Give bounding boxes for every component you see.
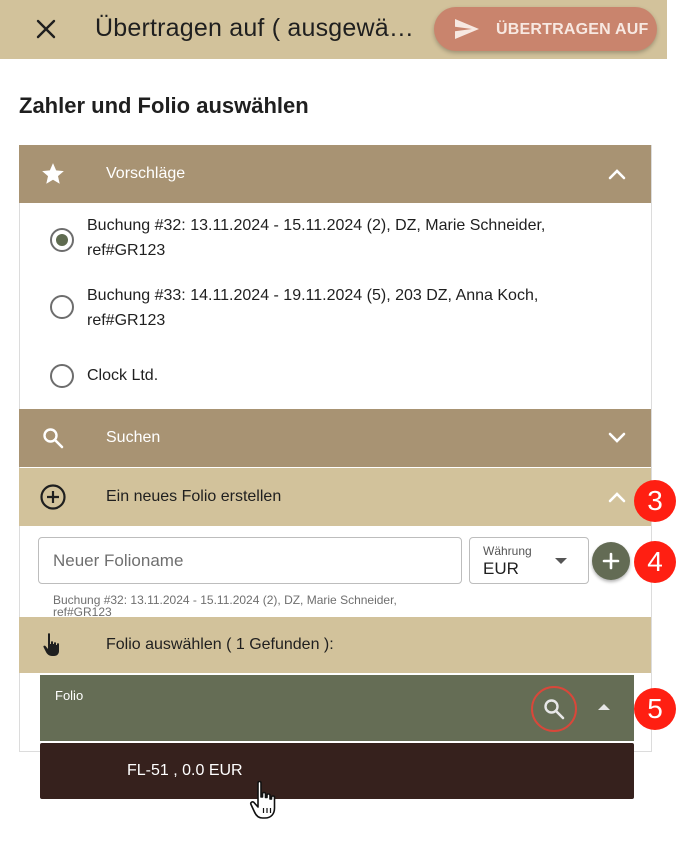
- section-suggestions-header[interactable]: Vorschläge: [19, 145, 651, 203]
- radio-selected[interactable]: [50, 228, 74, 252]
- currency-value: EUR: [483, 559, 519, 578]
- chevron-down-icon[interactable]: [605, 426, 629, 450]
- section-search-label: Suchen: [106, 429, 161, 446]
- suggestion-label: Clock Ltd.: [87, 367, 159, 384]
- search-icon: [544, 699, 565, 720]
- caret-down-icon: [555, 558, 567, 564]
- add-folio-button[interactable]: [592, 542, 630, 580]
- folio-select[interactable]: Folio: [40, 675, 634, 741]
- step-badge: 5: [634, 688, 676, 730]
- folio-name-input[interactable]: Neuer Folioname: [38, 537, 462, 584]
- section-search-header[interactable]: Suchen: [19, 409, 651, 467]
- chevron-up-icon[interactable]: [605, 485, 629, 509]
- transfer-button[interactable]: ÜBERTRAGEN AUF: [434, 7, 657, 51]
- folio-select-label: Folio: [55, 688, 84, 703]
- suggestion-label: Buchung #32: 13.11.2024 - 15.11.2024 (2)…: [87, 217, 546, 259]
- radio-unselected[interactable]: [50, 295, 74, 319]
- section-select-folio-label: Folio auswählen ( 1 Gefunden ):: [106, 636, 334, 653]
- radio-unselected[interactable]: [50, 364, 74, 388]
- folio-search-button[interactable]: [531, 686, 577, 732]
- chevron-up-icon[interactable]: [605, 162, 629, 186]
- plus-icon: [602, 552, 620, 570]
- currency-select[interactable]: Währung EUR: [469, 537, 589, 584]
- star-icon: [39, 160, 67, 188]
- hand-pointer-icon: [39, 631, 67, 659]
- suggestion-item[interactable]: Buchung #32: 13.11.2024 - 15.11.2024 (2)…: [19, 210, 651, 270]
- step-badge: 3: [634, 480, 676, 522]
- section-new-folio-header[interactable]: Ein neues Folio erstellen: [19, 468, 651, 526]
- section-select-folio-header: Folio auswählen ( 1 Gefunden ):: [19, 617, 651, 673]
- folio-option-label: FL-51 , 0.0 EUR: [127, 762, 243, 779]
- suggestion-item[interactable]: Buchung #33: 14.11.2024 - 19.11.2024 (5)…: [19, 280, 651, 340]
- send-icon: [455, 19, 479, 39]
- add-circle-icon: [39, 483, 67, 511]
- suggestion-label: Buchung #33: 14.11.2024 - 19.11.2024 (5)…: [87, 287, 539, 329]
- section-suggestions-label: Vorschläge: [106, 165, 186, 182]
- dialog-title: Übertragen auf ( ausgewä…: [95, 14, 415, 42]
- folio-option[interactable]: FL-51 , 0.0 EUR: [40, 743, 634, 799]
- page-title: Zahler und Folio auswählen: [19, 93, 309, 118]
- search-icon: [39, 424, 67, 452]
- section-new-folio-label: Ein neues Folio erstellen: [106, 488, 282, 505]
- folio-hint-text: Buchung #32: 13.11.2024 - 15.11.2024 (2)…: [53, 594, 397, 617]
- hand-cursor-icon: [249, 780, 276, 819]
- suggestion-item[interactable]: Clock Ltd.: [19, 355, 651, 399]
- step-badge: 4: [634, 541, 676, 583]
- top-app-bar: Übertragen auf ( ausgewä… ÜBERTRAGEN AUF: [0, 0, 667, 59]
- close-icon[interactable]: [30, 13, 62, 45]
- currency-label: Währung: [483, 544, 532, 558]
- caret-up-icon[interactable]: [598, 704, 610, 710]
- transfer-button-label: ÜBERTRAGEN AUF: [496, 21, 649, 38]
